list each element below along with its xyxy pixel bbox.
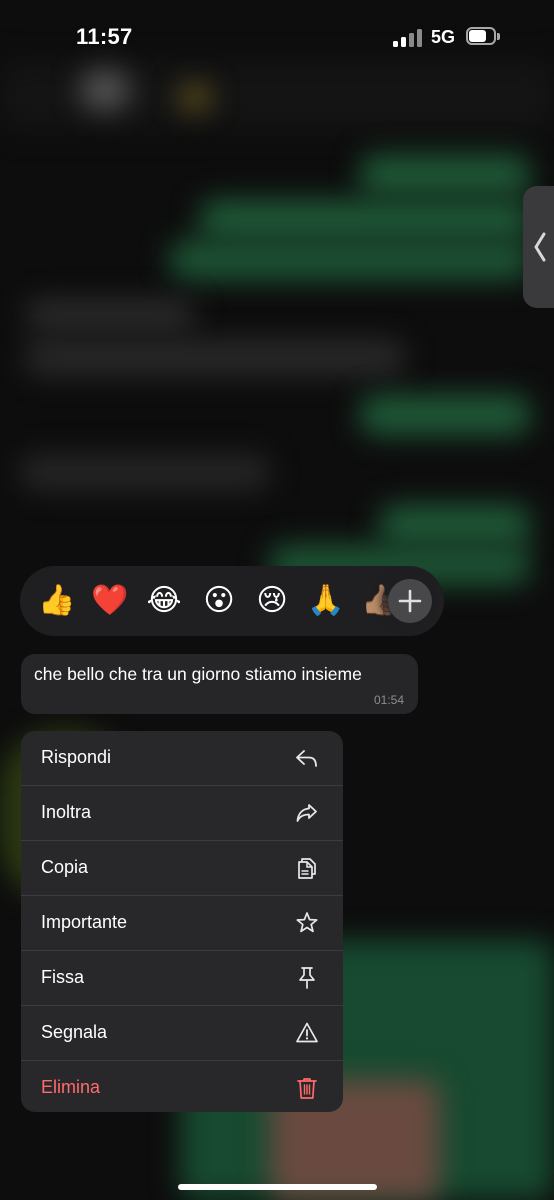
reaction-tears-of-joy[interactable]: 😂 xyxy=(144,583,184,619)
pin-icon xyxy=(299,967,315,989)
reaction-bar: 👍 ❤️ 😂 😮 😢 🙏 👍🏽 xyxy=(20,566,444,636)
reaction-folded-hands[interactable]: 🙏 xyxy=(306,583,346,619)
status-bar: 11:57 5G xyxy=(0,0,554,76)
menu-item-reply[interactable]: Rispondi xyxy=(21,731,343,785)
plus-icon xyxy=(398,589,422,613)
more-reactions-button[interactable] xyxy=(388,579,432,623)
menu-item-label: Fissa xyxy=(41,967,85,987)
star-icon xyxy=(296,912,318,933)
clock: 11:57 xyxy=(76,24,133,49)
menu-item-label: Copia xyxy=(41,857,89,877)
message-bubble[interactable]: che bello che tra un giorno stiamo insie… xyxy=(21,654,418,714)
network-type: 5G xyxy=(431,27,456,47)
menu-item-pin[interactable]: Fissa xyxy=(21,951,343,1005)
menu-item-delete[interactable]: Elimina xyxy=(21,1061,343,1112)
reply-icon xyxy=(296,750,317,767)
warning-icon xyxy=(296,1022,318,1043)
reaction-thumbs-up[interactable]: 👍 xyxy=(37,583,77,619)
forward-icon xyxy=(296,804,317,822)
chevron-left-icon xyxy=(534,232,546,262)
menu-item-label: Segnala xyxy=(41,1022,108,1042)
home-indicator[interactable] xyxy=(178,1184,377,1190)
battery-icon xyxy=(466,27,500,47)
message-timestamp: 01:54 xyxy=(373,693,404,707)
menu-item-forward[interactable]: Inoltra xyxy=(21,786,343,840)
trash-icon xyxy=(297,1078,317,1099)
reaction-astonished[interactable]: 😮 xyxy=(199,583,239,619)
message-context-menu: Rispondi Inoltra Copia Importante Fissa xyxy=(21,731,343,1112)
menu-item-label: Rispondi xyxy=(41,747,112,767)
reaction-crying[interactable]: 😢 xyxy=(252,583,292,619)
menu-item-report[interactable]: Segnala xyxy=(21,1006,343,1060)
side-panel-tab[interactable] xyxy=(523,186,554,308)
reaction-heart[interactable]: ❤️ xyxy=(90,583,130,619)
copy-icon xyxy=(298,858,316,879)
menu-item-label: Inoltra xyxy=(41,802,92,822)
cellular-signal-icon xyxy=(393,29,423,47)
message-text: che bello che tra un giorno stiamo insie… xyxy=(34,664,362,684)
menu-item-copy[interactable]: Copia xyxy=(21,841,343,895)
menu-item-label: Importante xyxy=(41,912,128,932)
menu-item-label: Elimina xyxy=(41,1077,101,1097)
menu-item-important[interactable]: Importante xyxy=(21,896,343,950)
